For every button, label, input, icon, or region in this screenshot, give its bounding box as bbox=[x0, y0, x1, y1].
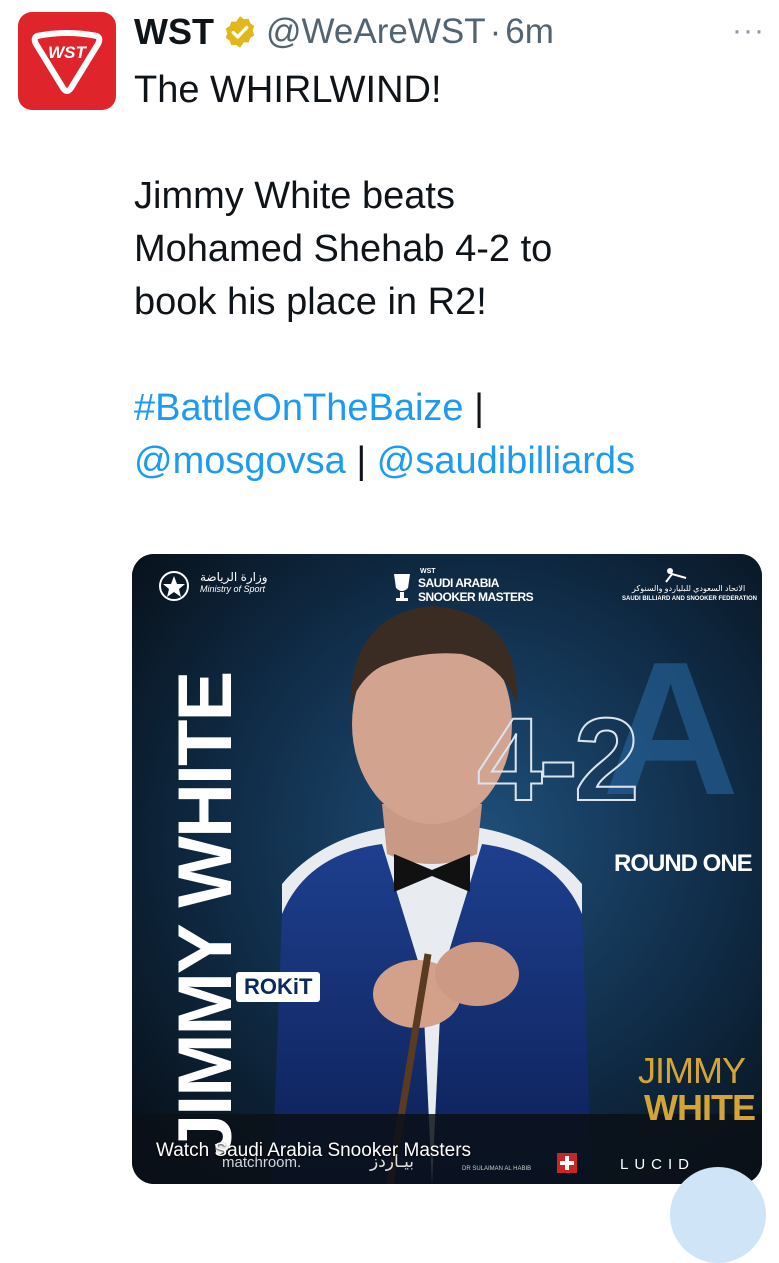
author-name[interactable]: WST bbox=[134, 11, 214, 53]
drs-sponsor: DR SULAIMAN AL HABIB bbox=[462, 1166, 532, 1172]
tweet-timestamp[interactable]: 6m bbox=[505, 12, 554, 52]
media-caption[interactable]: Watch Saudi Arabia Snooker Masters bbox=[156, 1140, 471, 1162]
pipe-separator: | bbox=[345, 440, 377, 482]
trophy-icon bbox=[394, 574, 410, 601]
svg-text:WST: WST bbox=[48, 43, 87, 62]
federation-english-label: SAUDI BILLIARD AND SNOOKER FEDERATION bbox=[622, 596, 757, 602]
author-handle[interactable]: @WeAreWST bbox=[266, 12, 486, 52]
verified-badge-icon bbox=[225, 16, 255, 48]
federation-logo-icon bbox=[665, 568, 687, 583]
tweet-line: book his place in R2! bbox=[134, 281, 487, 323]
tweet-mentions-line: @mosgovsa | @saudibilliards bbox=[134, 435, 774, 488]
vertical-player-name: JIMMY WHITE bbox=[163, 672, 249, 1156]
tweet-body: The WHIRLWIND! Jimmy White beats Mohamed… bbox=[134, 64, 774, 488]
event-title-line1: SAUDI ARABIA bbox=[418, 576, 499, 590]
match-score: 4-2 bbox=[476, 693, 641, 827]
player-last-name: WHITE bbox=[644, 1087, 756, 1128]
hashtag-link[interactable]: #BattleOnTheBaize bbox=[134, 387, 464, 429]
wst-logo-icon: WST bbox=[31, 30, 103, 94]
tweet-line: The WHIRLWIND! bbox=[134, 69, 442, 111]
federation-arabic-label: الاتحاد السعودي للبلياردو والسنوكر bbox=[632, 584, 746, 593]
ministry-emblem-icon bbox=[159, 571, 189, 601]
hospital-logo-icon bbox=[557, 1153, 577, 1173]
player-first-name: JIMMY bbox=[638, 1050, 746, 1091]
profile-avatar[interactable]: WST bbox=[18, 12, 116, 110]
ministry-arabic-label: وزارة الرياضة bbox=[200, 570, 268, 584]
mention-link-mosgovsa[interactable]: @mosgovsa bbox=[134, 440, 346, 482]
tweet-header: WST @WeAreWST · 6m bbox=[134, 6, 554, 58]
tweet-line: Mohamed Shehab 4-2 to bbox=[134, 228, 553, 270]
event-tag: WST bbox=[420, 568, 436, 575]
lucid-sponsor: LUCID bbox=[620, 1156, 696, 1173]
rokit-sponsor-patch: ROKiT bbox=[236, 972, 321, 1002]
pipe-separator: | bbox=[463, 387, 484, 429]
ministry-english-label: Ministry of Sport bbox=[200, 584, 266, 594]
event-title-line2: SNOOKER MASTERS bbox=[418, 590, 534, 604]
tweet-media-image[interactable]: A وزارة الرياضة Ministry of Sport WST SA… bbox=[132, 554, 762, 1184]
mention-link-saudibilliards[interactable]: @saudibilliards bbox=[377, 440, 635, 482]
header-separator: · bbox=[489, 12, 502, 51]
round-label: ROUND ONE bbox=[614, 850, 753, 877]
tweet-tags-line: #BattleOnTheBaize | bbox=[134, 382, 774, 435]
tweet-line: Jimmy White beats bbox=[134, 175, 455, 217]
more-options-icon[interactable]: ··· bbox=[732, 14, 765, 48]
compose-fab-button[interactable] bbox=[670, 1167, 766, 1263]
